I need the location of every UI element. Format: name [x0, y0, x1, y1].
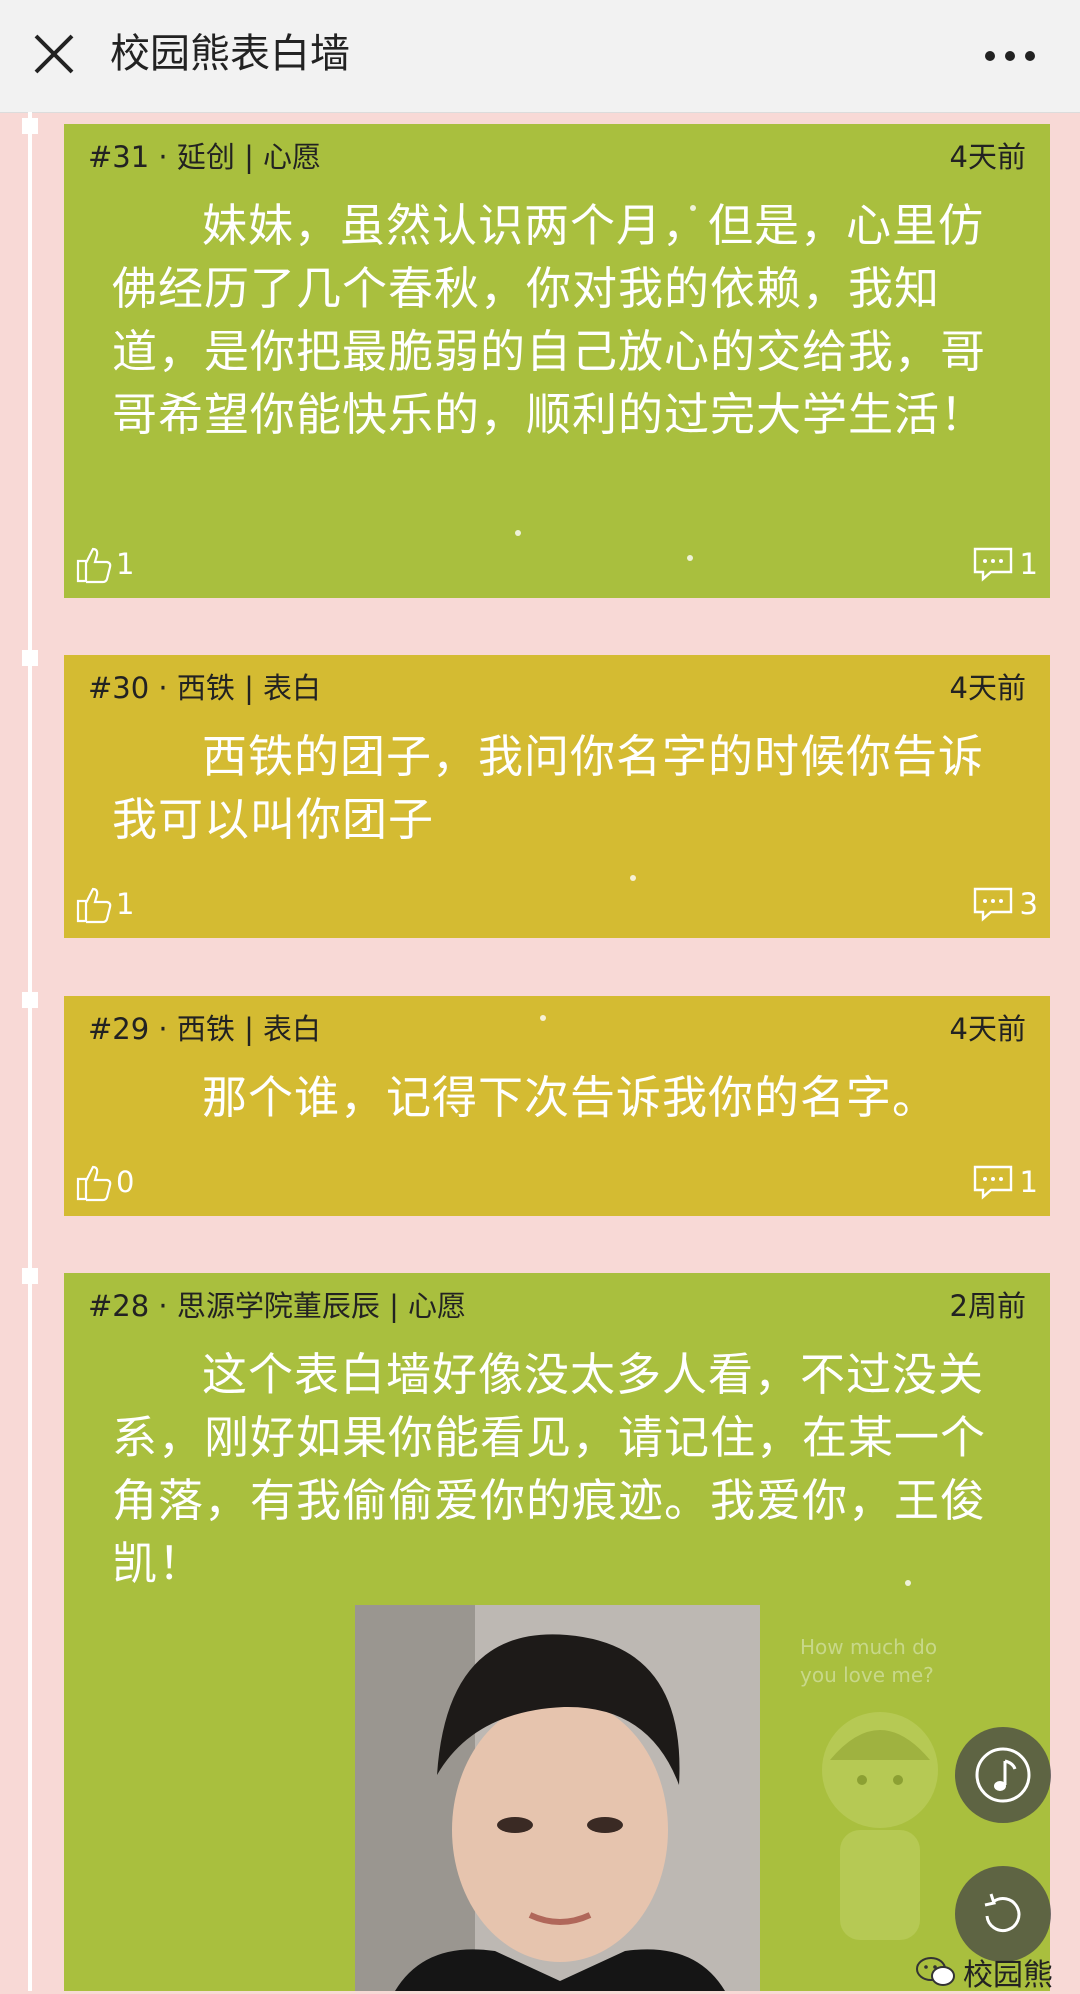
more-dots-icon [985, 51, 1035, 61]
refresh-button[interactable] [955, 1866, 1051, 1962]
comment-count: 1 [1019, 1165, 1038, 1199]
comment-icon [973, 547, 1012, 582]
thumbs-up-icon [76, 887, 112, 924]
timeline-dot [22, 650, 38, 666]
brand-label: 校园熊 [963, 1958, 1053, 1993]
brand-watermark: 校园熊 [915, 1950, 1053, 1994]
post-header: #31 · 延创 | 心愿 4天前 [78, 124, 1036, 190]
like-button[interactable]: 1 [74, 882, 134, 926]
like-count: 1 [116, 547, 135, 581]
post-time: 4天前 [949, 1012, 1026, 1046]
comment-button[interactable]: 1 [972, 1160, 1038, 1204]
post-meta: #28 · 思源学院董辰辰 | 心愿 [88, 1289, 467, 1323]
comment-button[interactable]: 3 [972, 882, 1038, 926]
background-caption-line-1: How much do [800, 1635, 937, 1659]
post-meta: #30 · 西铁 | 表白 [88, 671, 322, 705]
thumbs-up-icon [76, 547, 112, 584]
comment-icon [973, 1165, 1012, 1200]
comment-count: 1 [1019, 547, 1038, 581]
post-text: 那个谁，记得下次告诉我你的名字。 [202, 1071, 939, 1124]
page-title: 校园熊表白墙 [110, 31, 350, 77]
post-text: 西铁的团子，我问你名字的时候你告诉我可以叫你团子 [112, 730, 985, 846]
music-button[interactable] [955, 1727, 1051, 1823]
refresh-icon [984, 1893, 1021, 1933]
comment-icon [973, 887, 1012, 922]
post-time: 4天前 [949, 140, 1026, 174]
post-meta: #31 · 延创 | 心愿 [88, 140, 322, 174]
timeline-line [28, 112, 32, 1991]
timeline-dot [22, 118, 38, 134]
post-header: #28 · 思源学院董辰辰 | 心愿 2周前 [78, 1273, 1036, 1339]
post-time: 2周前 [949, 1289, 1026, 1323]
like-count: 1 [116, 887, 135, 921]
like-count: 0 [116, 1165, 135, 1199]
post-meta: #29 · 西铁 | 表白 [88, 1012, 322, 1046]
post-footer: 1 1 [64, 538, 1050, 588]
close-icon [34, 34, 74, 74]
post-footer: 0 1 [64, 1156, 1050, 1206]
more-button[interactable] [980, 30, 1040, 82]
post-text: 这个表白墙好像没太多人看，不过没关系，刚好如果你能看见，请记住，在某一个角落，有… [112, 1348, 987, 1590]
post-header: #29 · 西铁 | 表白 4天前 [78, 996, 1036, 1062]
post-card[interactable]: #31 · 延创 | 心愿 4天前 妹妹，虽然认识两个月，但是，心里仿佛经历了几… [64, 124, 1050, 598]
like-button[interactable]: 0 [74, 1160, 134, 1204]
close-button[interactable] [28, 28, 84, 84]
timeline-dot [22, 1268, 38, 1284]
post-text: 妹妹，虽然认识两个月，但是，心里仿佛经历了几个春秋，你对我的依赖，我知道，是你把… [112, 199, 987, 441]
timeline-dot [22, 992, 38, 1008]
post-card[interactable]: #29 · 西铁 | 表白 4天前 那个谁，记得下次告诉我你的名字。 0 1 [64, 996, 1050, 1216]
post-time: 4天前 [949, 671, 1026, 705]
like-button[interactable]: 1 [74, 542, 134, 586]
post-photo[interactable] [355, 1605, 760, 1991]
wechat-icon [916, 1957, 955, 1986]
portrait-image [355, 1605, 760, 1991]
background-caption-line-2: you love me? [800, 1663, 934, 1687]
post-card[interactable]: #30 · 西铁 | 表白 4天前 西铁的团子，我问你名字的时候你告诉我可以叫你… [64, 655, 1050, 938]
post-footer: 1 3 [64, 878, 1050, 928]
post-header: #30 · 西铁 | 表白 4天前 [78, 655, 1036, 721]
music-note-icon [975, 1747, 1031, 1803]
top-bar: 校园熊表白墙 [0, 0, 1080, 113]
thumbs-up-icon [76, 1165, 112, 1202]
comment-count: 3 [1019, 887, 1038, 921]
comment-button[interactable]: 1 [972, 542, 1038, 586]
